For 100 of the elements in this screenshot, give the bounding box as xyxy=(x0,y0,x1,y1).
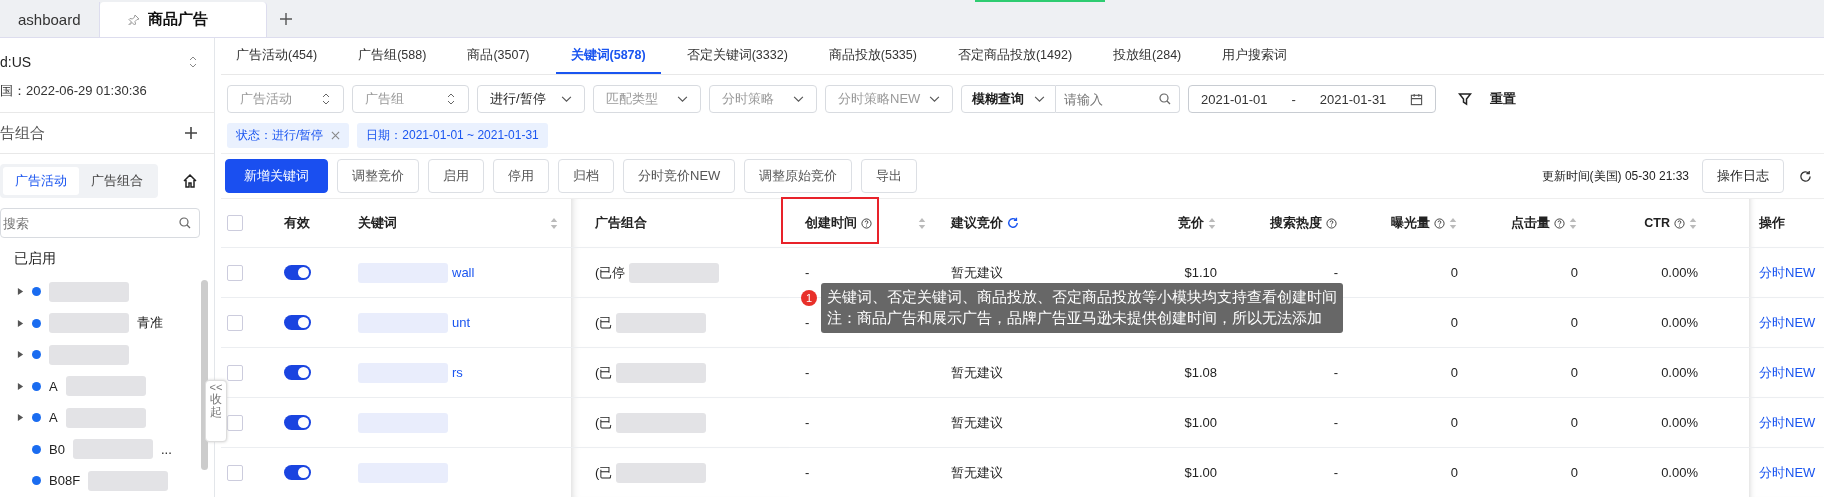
table-cell: 0 xyxy=(1450,365,1458,380)
table-cell: 0.00% xyxy=(1661,465,1698,480)
refresh-icon[interactable] xyxy=(1007,217,1019,229)
tree-item-label[interactable]: B08F xyxy=(49,473,81,489)
status-dot xyxy=(32,381,41,391)
action-link[interactable]: 分时NEW xyxy=(1759,463,1816,482)
sort-icon[interactable] xyxy=(550,216,558,230)
checkbox[interactable] xyxy=(227,364,243,381)
chevron-down-icon xyxy=(793,95,804,103)
column-header: CTR xyxy=(1644,216,1670,230)
tree-item-label[interactable]: A xyxy=(49,378,58,394)
keyword-link[interactable]: wall xyxy=(452,265,475,280)
update-time: 更新时间(美国) 05-30 21:33 xyxy=(1541,167,1689,185)
tree-item-label[interactable]: B0 xyxy=(49,441,65,457)
table-cell: - xyxy=(1333,465,1338,480)
action-link[interactable]: 分时NEW xyxy=(1759,263,1816,282)
keyword-link[interactable]: rs xyxy=(452,365,463,380)
keyword-link[interactable]: unt xyxy=(452,315,471,330)
tab[interactable]: 否定商品投放(1492) xyxy=(942,38,1088,74)
tab[interactable]: 否定关键词(3332) xyxy=(671,38,803,74)
table-cell: $1.10 xyxy=(1184,265,1217,280)
search-field[interactable]: 请输入 xyxy=(1056,85,1180,113)
search-icon xyxy=(179,217,191,229)
segment-tab[interactable]: 广告活动 xyxy=(3,167,79,195)
add-tab-icon[interactable] xyxy=(278,12,293,26)
table-cell: 暂无建议 xyxy=(951,463,1003,482)
action-button[interactable]: 调整原始竞价 xyxy=(744,159,853,193)
table-cell: 暂无建议 xyxy=(951,363,1003,382)
close-icon[interactable] xyxy=(331,130,341,140)
refresh-icon[interactable] xyxy=(1799,169,1812,183)
action-button[interactable]: 导出 xyxy=(861,159,918,193)
search-field[interactable]: 搜索 xyxy=(0,208,200,238)
home-icon[interactable] xyxy=(182,173,198,189)
action-button[interactable]: 启用 xyxy=(428,159,484,193)
table-cell: 0.00% xyxy=(1661,365,1698,380)
filter-select[interactable]: 进行/暂停 xyxy=(477,85,585,113)
sort-icon[interactable] xyxy=(1449,216,1457,230)
action-button[interactable]: 停用 xyxy=(493,159,549,193)
query-mode-select[interactable]: 模糊查询 xyxy=(961,85,1056,113)
table-cell: 0 xyxy=(1450,315,1458,330)
column-header: 点击量 xyxy=(1511,214,1550,232)
action-link[interactable]: 分时NEW xyxy=(1759,313,1816,332)
table-cell: 0 xyxy=(1570,415,1578,430)
sort-icon[interactable] xyxy=(1569,216,1577,230)
action-link[interactable]: 分时NEW xyxy=(1759,363,1816,382)
reset-link[interactable]: 重置 xyxy=(1490,90,1517,108)
action-link[interactable]: 分时NEW xyxy=(1759,413,1816,432)
sort-icon[interactable] xyxy=(1689,216,1697,230)
tree-item-label[interactable]: A xyxy=(49,410,58,426)
pin-icon xyxy=(127,13,140,26)
checkbox[interactable] xyxy=(227,314,243,331)
tree-item-label[interactable]: 青准 xyxy=(137,314,163,333)
sort-icon[interactable] xyxy=(918,216,926,230)
up-down-icon xyxy=(446,92,456,106)
toggle-switch[interactable] xyxy=(284,315,311,330)
table-cell: 0 xyxy=(1450,415,1458,430)
tab[interactable]: 商品投放(5335) xyxy=(813,38,932,74)
tree-item-label[interactable]: ... xyxy=(160,441,172,457)
add-icon[interactable] xyxy=(184,126,198,140)
collapse-handle[interactable]: << 收起 xyxy=(205,380,227,442)
sort-icon[interactable] xyxy=(1208,216,1216,230)
caret-icon[interactable] xyxy=(17,381,24,391)
toggle-switch[interactable] xyxy=(284,265,311,280)
segment-tab[interactable]: 广告组合 xyxy=(79,167,155,195)
tab[interactable]: 投放组(284) xyxy=(1098,38,1197,74)
action-button[interactable]: 分时竞价NEW xyxy=(623,159,736,193)
table-cell: 暂无建议 xyxy=(951,413,1003,432)
checkbox[interactable] xyxy=(227,464,243,481)
log-button[interactable]: 操作日志 xyxy=(1702,159,1784,193)
toggle-switch[interactable] xyxy=(284,415,311,430)
table-cell: 0 xyxy=(1570,265,1578,280)
table-cell: (已 xyxy=(595,313,613,332)
window-tab[interactable]: 商品广告 xyxy=(99,2,267,37)
tab[interactable]: 用户搜索词 xyxy=(1207,38,1303,74)
action-button[interactable]: 新增关键词 xyxy=(225,159,328,193)
table-cell: - xyxy=(805,365,810,380)
up-down-icon[interactable] xyxy=(188,55,198,69)
action-button[interactable]: 归档 xyxy=(558,159,614,193)
toggle-switch[interactable] xyxy=(284,465,311,480)
tab[interactable]: 商品(3507) xyxy=(452,38,545,74)
caret-icon[interactable] xyxy=(17,350,24,360)
checkbox[interactable] xyxy=(227,215,243,231)
caret-icon[interactable] xyxy=(17,318,24,328)
section-title: 告组合 xyxy=(0,123,45,143)
caret-icon[interactable] xyxy=(17,287,24,297)
window-tab[interactable]: ashboard xyxy=(0,2,100,37)
date-range-field[interactable]: 2021-01-01 - 2021-01-31 xyxy=(1188,85,1437,113)
tab[interactable]: 广告组(588) xyxy=(343,38,442,74)
checkbox[interactable] xyxy=(227,414,243,431)
table-cell: 0.00% xyxy=(1661,415,1698,430)
caret-icon[interactable] xyxy=(17,413,24,423)
table-cell: - xyxy=(1333,415,1338,430)
status-dot xyxy=(32,476,41,486)
action-button[interactable]: 调整竞价 xyxy=(337,159,419,193)
tab[interactable]: 关键词(5878) xyxy=(555,38,661,74)
table-cell: 0 xyxy=(1450,265,1458,280)
tab[interactable]: 广告活动(454) xyxy=(221,38,333,74)
filter-icon[interactable] xyxy=(1458,92,1473,106)
toggle-switch[interactable] xyxy=(284,365,311,380)
checkbox[interactable] xyxy=(227,264,243,281)
